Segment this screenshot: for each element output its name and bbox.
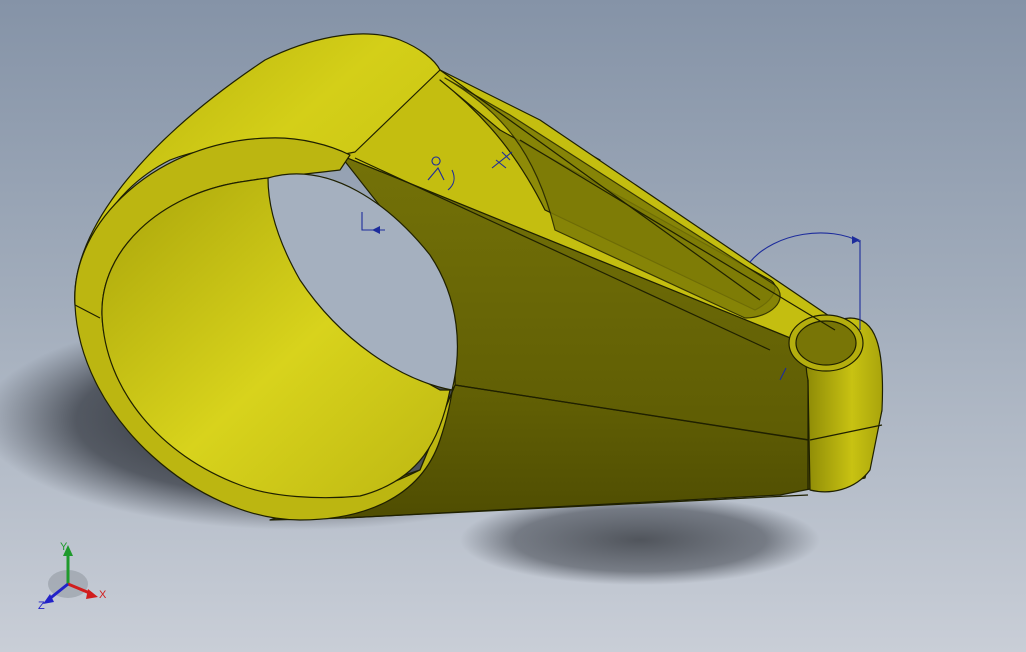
angle-dimension-arc [749, 232, 861, 263]
model-canvas[interactable]: Y X Z [0, 0, 1026, 652]
triad-z-label: Z [38, 600, 45, 612]
graphics-viewport[interactable]: Y X Z [0, 0, 1026, 652]
angle-dimension-arrow [852, 236, 860, 244]
triad-y-label: Y [60, 541, 68, 553]
reference-triad [43, 545, 98, 604]
tip-hole-inner [795, 320, 857, 366]
bracket-part[interactable] [74, 33, 884, 521]
triad-x-label: X [99, 589, 107, 601]
